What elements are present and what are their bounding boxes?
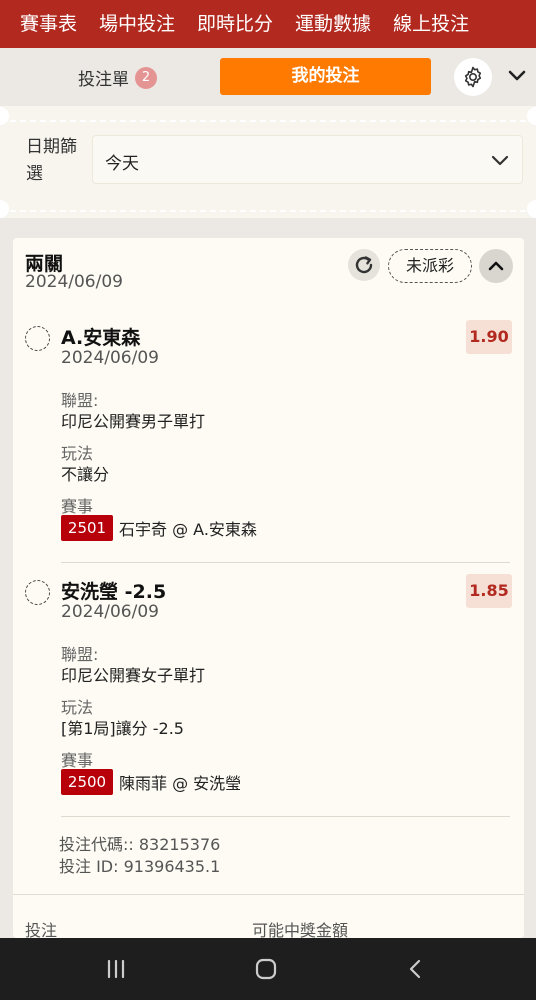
tab-bet-slip[interactable]: 投注單 2 bbox=[78, 65, 157, 90]
leg-odds: 1.85 bbox=[466, 574, 512, 608]
recent-apps-button[interactable] bbox=[99, 952, 133, 986]
date-filter: 日期篩選 今天 bbox=[0, 106, 536, 218]
leg-date: 2024/06/09 bbox=[61, 602, 159, 622]
event-matchup: 石宇奇 @ A.安東森 bbox=[119, 520, 257, 539]
leg-selection: 安洗瑩 -2.5 bbox=[61, 581, 167, 603]
top-nav: 賽事表 場中投注 即時比分 運動數據 線上投注 bbox=[0, 0, 536, 48]
home-icon bbox=[255, 958, 277, 980]
settings-button[interactable] bbox=[454, 58, 492, 96]
my-bets-button[interactable]: 我的投注 bbox=[220, 58, 431, 95]
home-button[interactable] bbox=[249, 952, 283, 986]
event-code-badge: 2500 bbox=[61, 769, 113, 795]
nav-item-in-play[interactable]: 場中投注 bbox=[89, 0, 185, 48]
bet-slip-count-badge: 2 bbox=[135, 66, 157, 89]
event-matchup: 陳雨菲 @ 安洗瑩 bbox=[119, 774, 242, 793]
bet-code: 投注代碼:: 83215376 bbox=[59, 835, 221, 854]
ticket-notch bbox=[0, 200, 9, 218]
nav-item-online-betting[interactable]: 線上投注 bbox=[383, 0, 479, 48]
league-value: 印尼公開賽男子單打 bbox=[61, 412, 206, 431]
leg-date: 2024/06/09 bbox=[61, 348, 159, 368]
nav-item-sports-data[interactable]: 運動數據 bbox=[285, 0, 381, 48]
leg-odds: 1.90 bbox=[466, 320, 512, 354]
event-row: 2500 陳雨菲 @ 安洗瑩 bbox=[61, 769, 241, 795]
divider bbox=[61, 816, 510, 817]
divider bbox=[10, 210, 526, 212]
chevron-down-icon bbox=[508, 70, 526, 81]
date-filter-value: 今天 bbox=[105, 154, 139, 174]
chevron-up-icon bbox=[488, 261, 504, 271]
bet-identifiers: 投注代碼:: 83215376 投注 ID: 91396435.1 bbox=[59, 834, 220, 878]
refresh-icon bbox=[355, 256, 373, 274]
chevron-down-icon bbox=[491, 155, 509, 166]
betslip-bar: 投注單 2 我的投注 bbox=[0, 48, 536, 106]
gear-icon bbox=[464, 66, 482, 88]
potential-payout-label: 可能中獎金額 bbox=[252, 921, 349, 938]
slip-expand-button[interactable] bbox=[506, 65, 528, 87]
nav-item-live-scores[interactable]: 即時比分 bbox=[187, 0, 283, 48]
divider bbox=[13, 894, 524, 895]
event-row: 2501 石宇奇 @ A.安東森 bbox=[61, 515, 257, 541]
league-value: 印尼公開賽女子單打 bbox=[61, 666, 206, 685]
collapse-button[interactable] bbox=[479, 249, 513, 283]
ticket-notch bbox=[527, 200, 536, 218]
market-value: 不讓分 bbox=[61, 465, 110, 484]
market-value: [第1局]讓分 -2.5 bbox=[61, 719, 184, 738]
event-label: 賽事 bbox=[61, 497, 94, 516]
bet-date: 2024/06/09 bbox=[25, 272, 123, 292]
date-filter-select[interactable]: 今天 bbox=[92, 135, 523, 184]
leg-status-icon bbox=[25, 580, 50, 605]
divider bbox=[61, 562, 510, 563]
bet-card: 兩關 2024/06/09 未派彩 A.安東森 2024/06/09 1.90 … bbox=[13, 238, 524, 938]
ticket-notch bbox=[527, 107, 536, 125]
system-nav-bar bbox=[0, 938, 536, 1000]
divider bbox=[10, 120, 526, 122]
leg-status-icon bbox=[25, 326, 50, 351]
nav-item-schedule[interactable]: 賽事表 bbox=[0, 0, 87, 48]
event-label: 賽事 bbox=[61, 751, 94, 770]
ticket-notch bbox=[0, 107, 9, 125]
back-button[interactable] bbox=[399, 952, 433, 986]
status-badge: 未派彩 bbox=[388, 249, 472, 283]
stake-label: 投注 bbox=[25, 921, 58, 938]
recent-apps-icon bbox=[107, 959, 125, 979]
bet-slip-label: 投注單 bbox=[78, 70, 129, 90]
bet-id: 投注 ID: 91396435.1 bbox=[59, 857, 221, 876]
refresh-button[interactable] bbox=[348, 249, 380, 281]
event-code-badge: 2501 bbox=[61, 515, 113, 541]
back-icon bbox=[409, 959, 421, 979]
leg-selection: A.安東森 bbox=[61, 327, 141, 349]
date-filter-label: 日期篩選 bbox=[26, 137, 77, 184]
